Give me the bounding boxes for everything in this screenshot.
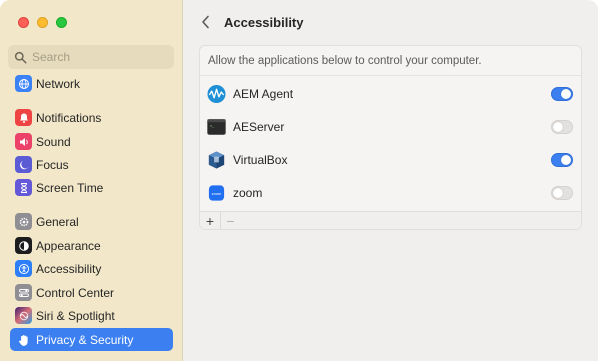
traffic-lights <box>18 17 67 28</box>
svg-text:zoom: zoom <box>212 190 222 195</box>
accessibility-icon <box>15 260 32 277</box>
appearance-icon <box>15 237 32 254</box>
globe-icon <box>15 75 32 92</box>
app-name: VirtualBox <box>233 152 288 167</box>
search-input[interactable] <box>32 50 172 64</box>
chevron-left-icon <box>201 15 209 29</box>
svg-text:>_: >_ <box>210 124 215 129</box>
sidebar-item-siri-spotlight[interactable]: Siri & Spotlight <box>10 304 173 327</box>
toggle-aeserver[interactable] <box>551 120 573 134</box>
list-item: AEM Agent <box>200 77 581 110</box>
app-name: AEM Agent <box>233 86 294 101</box>
sidebar: Network Notifications Sound <box>0 0 183 361</box>
sidebar-item-screen-time[interactable]: Screen Time <box>10 176 173 199</box>
hourglass-icon <box>15 179 32 196</box>
search-icon <box>14 51 27 64</box>
add-app-button[interactable]: + <box>200 212 220 229</box>
speaker-icon <box>15 133 32 150</box>
hand-icon <box>15 331 32 348</box>
sidebar-item-label: General <box>36 214 79 229</box>
virtualbox-icon <box>207 150 226 169</box>
sidebar-item-label: Focus <box>36 157 69 172</box>
sidebar-item-notifications[interactable]: Notifications <box>10 106 173 129</box>
minimize-window-button[interactable] <box>37 17 48 28</box>
sidebar-item-label: Privacy & Security <box>36 332 134 347</box>
sidebar-item-label: Appearance <box>36 238 101 253</box>
toggle-zoom[interactable] <box>551 186 573 200</box>
sidebar-item-label: Control Center <box>36 285 115 300</box>
terminal-icon: >_ <box>207 117 226 136</box>
zoom-icon: zoom <box>207 183 226 202</box>
search-field[interactable] <box>8 45 174 69</box>
aem-agent-icon <box>207 84 226 103</box>
app-name: zoom <box>233 185 263 200</box>
remove-app-button[interactable]: − <box>220 212 240 229</box>
sidebar-item-label: Sound <box>36 134 71 149</box>
sidebar-item-control-center[interactable]: Control Center <box>10 281 173 304</box>
sidebar-item-accessibility[interactable]: Accessibility <box>10 257 173 280</box>
list-description: Allow the applications below to control … <box>200 46 581 76</box>
zoom-window-button[interactable] <box>56 17 67 28</box>
list-item: >_ AEServer <box>200 110 581 143</box>
bell-icon <box>15 109 32 126</box>
toggle-virtualbox[interactable] <box>551 153 573 167</box>
sidebar-item-network[interactable]: Network <box>10 72 173 95</box>
close-window-button[interactable] <box>18 17 29 28</box>
sidebar-item-label: Notifications <box>36 110 102 125</box>
back-button[interactable] <box>197 13 213 31</box>
main-content: Accessibility Allow the applications bel… <box>184 0 598 361</box>
sidebar-item-sound[interactable]: Sound <box>10 130 173 153</box>
sidebar-item-label: Screen Time <box>36 180 104 195</box>
page-title: Accessibility <box>224 15 304 30</box>
system-settings-window: Network Notifications Sound <box>0 0 598 361</box>
sidebar-item-label: Siri & Spotlight <box>36 308 115 323</box>
sidebar-item-privacy-security[interactable]: Privacy & Security <box>10 328 173 351</box>
list-item: zoom zoom <box>200 176 581 209</box>
sidebar-item-general[interactable]: General <box>10 210 173 233</box>
header: Accessibility <box>184 0 598 44</box>
toggle-aem-agent[interactable] <box>551 87 573 101</box>
siri-icon <box>15 307 32 324</box>
gear-icon <box>15 213 32 230</box>
app-permissions-list: Allow the applications below to control … <box>199 45 582 230</box>
sidebar-item-label: Accessibility <box>36 261 102 276</box>
moon-icon <box>15 156 32 173</box>
list-item: VirtualBox <box>200 143 581 176</box>
app-name: AEServer <box>233 119 285 134</box>
list-footer: + − <box>200 211 581 229</box>
control-center-icon <box>15 284 32 301</box>
sidebar-item-label: Network <box>36 76 81 91</box>
sidebar-item-focus[interactable]: Focus <box>10 153 173 176</box>
sidebar-item-appearance[interactable]: Appearance <box>10 234 173 257</box>
